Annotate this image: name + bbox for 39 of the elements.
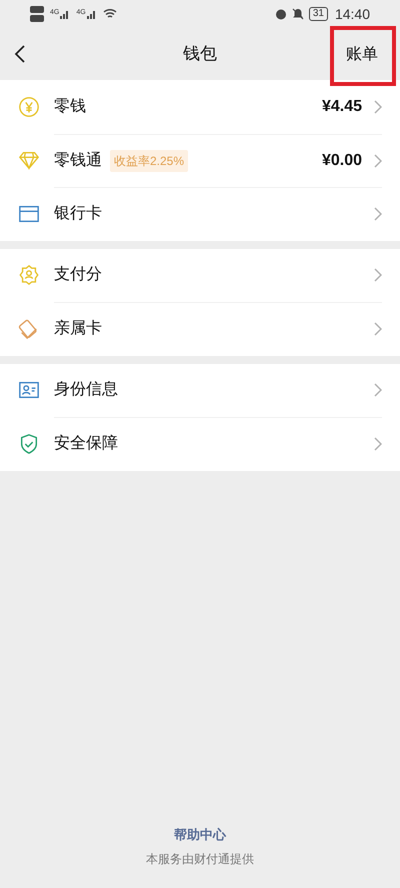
- row-label: 支付分: [54, 264, 102, 286]
- row-label: 安全保障: [54, 434, 118, 454]
- help-center-link[interactable]: 帮助中心: [174, 824, 226, 844]
- menu-row[interactable]: 零钱通 收益率2.25% ¥0.00: [0, 134, 400, 187]
- signal-icon: [60, 9, 70, 19]
- clock-time: 14:40: [334, 4, 370, 24]
- chevron-right-icon: [374, 268, 382, 282]
- chevron-right-icon: [374, 322, 382, 336]
- row-label: 银行卡: [54, 204, 102, 224]
- chevron-right-icon: [374, 437, 382, 452]
- row-label: 零钱通: [54, 150, 102, 171]
- service-note: 本服务由财付通提供: [146, 851, 254, 868]
- back-icon[interactable]: [14, 44, 26, 64]
- chevron-right-icon: [374, 383, 382, 398]
- sim-card-icon: [30, 6, 44, 22]
- diamond-icon: [18, 149, 40, 172]
- menu-row[interactable]: 身份信息: [0, 364, 400, 417]
- chevron-right-icon: [374, 207, 382, 222]
- yen-coin-icon: [18, 96, 40, 118]
- row-label: 身份信息: [54, 380, 118, 400]
- bell-muted-icon: [292, 8, 304, 20]
- page-title: 钱包: [183, 43, 217, 66]
- menu-row[interactable]: 亲属卡: [0, 302, 400, 356]
- menu-row[interactable]: 银行卡: [0, 187, 400, 240]
- row-label: 亲属卡: [54, 318, 102, 340]
- menu-row[interactable]: 安全保障: [0, 417, 400, 470]
- chevron-right-icon: [374, 100, 382, 114]
- row-label: 零钱: [54, 96, 86, 117]
- row-amount: ¥0.00: [322, 150, 362, 171]
- bill-link[interactable]: 账单: [330, 26, 396, 86]
- signal-icon: [86, 9, 97, 19]
- chevron-right-icon: [374, 154, 382, 168]
- shield-check-icon: [18, 432, 40, 455]
- badge-person-icon: [18, 264, 40, 286]
- row-amount: ¥4.45: [322, 96, 362, 117]
- wifi-icon: [102, 8, 117, 20]
- battery-level: 31: [308, 7, 328, 21]
- yield-tag: 收益率2.25%: [110, 150, 188, 172]
- menu-row[interactable]: 支付分: [0, 248, 400, 302]
